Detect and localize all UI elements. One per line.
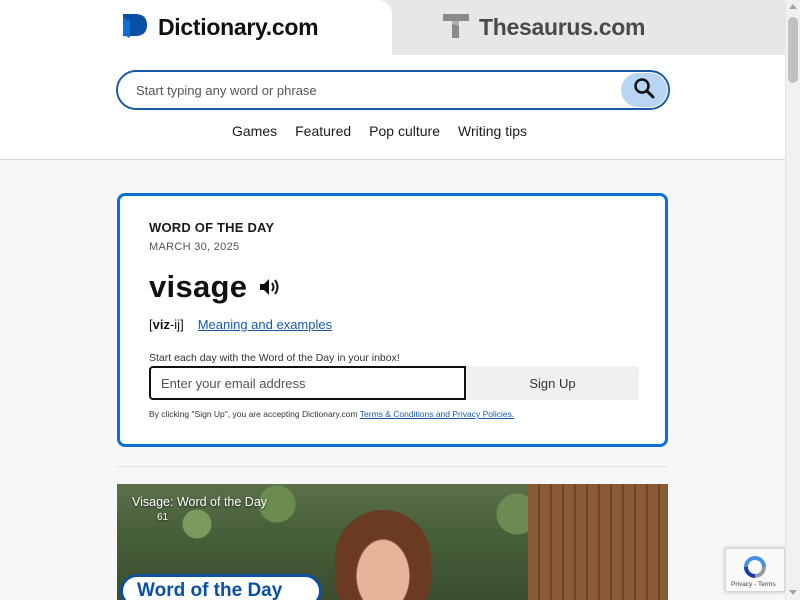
pronunciation-row: [viz-ij] Meaning and examples bbox=[149, 317, 665, 332]
wotd-label: WORD OF THE DAY bbox=[149, 220, 275, 235]
meaning-link[interactable]: Meaning and examples bbox=[198, 317, 332, 332]
pronunciation: [viz-ij] bbox=[149, 317, 184, 332]
wotd-date: MARCH 30, 2025 bbox=[149, 241, 240, 253]
video-title: Visage: Word of the Day bbox=[132, 495, 268, 509]
video-presenter bbox=[335, 510, 431, 600]
nav-writing-tips[interactable]: Writing tips bbox=[458, 123, 527, 139]
nav-featured[interactable]: Featured bbox=[295, 123, 351, 139]
word-row: visage bbox=[149, 269, 665, 305]
email-field[interactable] bbox=[149, 366, 466, 400]
video-fence bbox=[528, 484, 668, 600]
search-icon bbox=[633, 77, 655, 104]
recaptcha-badge[interactable]: Privacy - Terms bbox=[725, 548, 785, 592]
thesaurus-logo-icon bbox=[442, 12, 470, 43]
tab-thesaurus[interactable]: Thesaurus.com bbox=[392, 0, 785, 55]
terms-notice: By clicking "Sign Up", you are accepting… bbox=[149, 409, 515, 419]
nav-games[interactable]: Games bbox=[232, 123, 277, 139]
video-subtitle: 61 bbox=[157, 512, 169, 523]
wotd-word: visage bbox=[149, 269, 248, 304]
search-input[interactable] bbox=[136, 80, 606, 100]
recaptcha-terms[interactable]: Privacy - Terms bbox=[731, 581, 776, 588]
scroll-up-icon[interactable] bbox=[789, 4, 797, 9]
terms-link[interactable]: Terms & Conditions and Privacy Policies. bbox=[360, 409, 514, 419]
scroll-down-icon[interactable] bbox=[789, 590, 797, 595]
divider bbox=[117, 466, 668, 467]
tab-thesaurus-label: Thesaurus.com bbox=[479, 14, 646, 40]
main-nav: Games Featured Pop culture Writing tips bbox=[232, 123, 527, 139]
signup-form: Sign Up bbox=[149, 366, 639, 400]
site-tabs: Dictionary.com Thesaurus.com bbox=[0, 0, 785, 55]
video-player[interactable]: Visage: Word of the Day 61 Word of the D… bbox=[117, 484, 668, 600]
scroll-thumb[interactable] bbox=[788, 17, 798, 83]
audio-speaker-icon[interactable] bbox=[259, 278, 283, 296]
site-header: Games Featured Pop culture Writing tips bbox=[0, 55, 785, 160]
tab-dictionary-label: Dictionary.com bbox=[158, 14, 319, 40]
dictionary-logo-icon bbox=[121, 12, 149, 43]
page-scrollbar[interactable] bbox=[785, 0, 800, 600]
video-badge: Word of the Day bbox=[120, 574, 322, 600]
search-bar bbox=[116, 70, 670, 110]
sign-up-button[interactable]: Sign Up bbox=[466, 366, 639, 400]
nav-pop-culture[interactable]: Pop culture bbox=[369, 123, 440, 139]
newsletter-prompt: Start each day with the Word of the Day … bbox=[149, 352, 400, 364]
word-of-the-day-card: WORD OF THE DAY MARCH 30, 2025 visage [v… bbox=[117, 193, 668, 447]
tab-dictionary[interactable]: Dictionary.com bbox=[0, 0, 392, 55]
search-button[interactable] bbox=[621, 73, 667, 107]
